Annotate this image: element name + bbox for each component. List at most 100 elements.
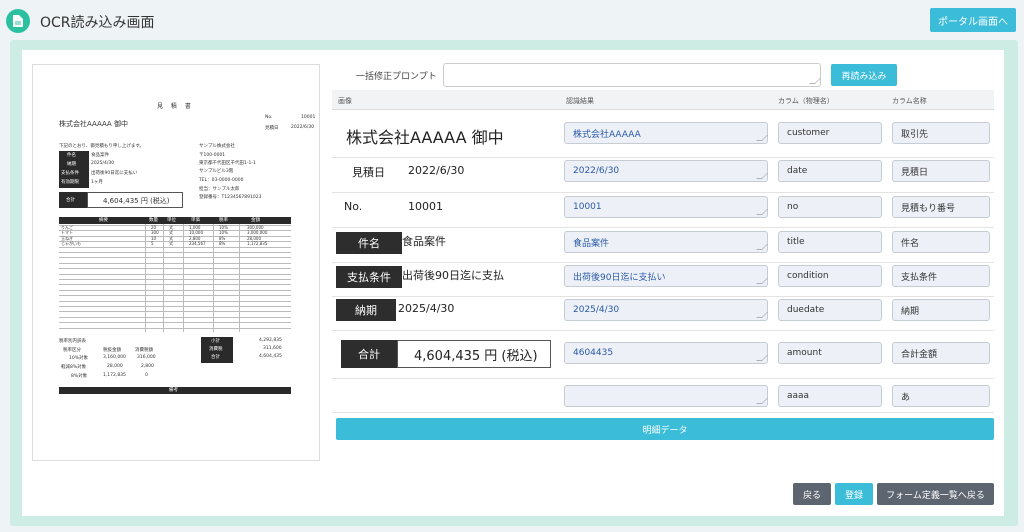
result-value: 4604435 — [573, 348, 614, 358]
resize-grip-icon[interactable] — [756, 209, 768, 215]
resize-grip-icon[interactable] — [756, 278, 768, 284]
doc-info-label: 支払条件 — [61, 171, 79, 176]
doc-tax-cell: 316,000 — [137, 355, 156, 360]
doc-grid-line — [59, 273, 291, 275]
doc-grid-line — [59, 322, 291, 323]
physical-value: aaaa — [787, 391, 810, 401]
doc-company: 担当：サンプル太郎 — [199, 187, 240, 192]
column-name-field[interactable]: 件名 — [892, 231, 990, 253]
column-name-field[interactable]: 支払条件 — [892, 265, 990, 287]
result-field[interactable]: 10001 — [564, 196, 768, 218]
column-name-value: 合計金額 — [901, 349, 938, 360]
physical-name-field[interactable]: condition — [778, 265, 882, 287]
doc-grid-line — [213, 224, 214, 332]
doc-info-label: 納期 — [67, 162, 76, 167]
resize-grip-icon[interactable] — [756, 398, 768, 404]
doc-tax-header: 税率区分 — [63, 348, 81, 353]
doc-item-cell: 1,172,835 — [247, 241, 268, 247]
result-field[interactable]: 2025/4/30 — [564, 299, 768, 321]
image-crop-text: 2025/4/30 — [398, 302, 455, 315]
doc-grid-line — [59, 311, 291, 312]
detail-data-button[interactable]: 明細データ — [336, 418, 994, 440]
doc-item-cell: 1,000 — [189, 225, 201, 230]
column-name-field[interactable]: 取引先 — [892, 122, 990, 144]
column-name-value: あ — [901, 392, 911, 403]
row-divider — [332, 296, 994, 297]
result-value: 2022/6/30 — [573, 166, 620, 176]
image-crop-text: 4,604,435 円 (税込) — [414, 349, 538, 364]
doc-company: TEL：03-0000-0000 — [199, 178, 244, 183]
image-crop-label: 見積日 — [352, 166, 385, 179]
doc-grid-line — [163, 224, 164, 332]
image-crop-label: No. — [344, 200, 363, 213]
physical-name-field[interactable]: aaaa — [778, 385, 882, 407]
resize-grip-icon[interactable] — [756, 173, 768, 179]
column-name-field[interactable]: 納期 — [892, 299, 990, 321]
result-field[interactable]: 2022/6/30 — [564, 160, 768, 182]
physical-value: customer — [787, 128, 830, 138]
doc-date-label: 見積日 — [265, 126, 279, 131]
doc-sum-value: 4,604,435 — [259, 354, 282, 359]
register-button[interactable]: 登録 — [835, 483, 873, 505]
form-list-button[interactable]: フォーム定義一覧へ戻る — [877, 483, 994, 505]
back-button[interactable]: 戻る — [793, 483, 831, 505]
doc-title: 見 積 書 — [157, 103, 194, 110]
physical-name-field[interactable]: date — [778, 160, 882, 182]
result-field[interactable]: 食品案件 — [564, 231, 768, 253]
doc-grid-line — [239, 224, 240, 332]
resize-grip-icon[interactable] — [756, 355, 768, 361]
doc-grid-line — [183, 224, 184, 332]
column-header-name: カラム名称 — [892, 97, 927, 105]
doc-info-value: 出荷後90日迄に支払い — [91, 171, 138, 176]
doc-customer: 株式会社AAAAA 御中 — [59, 120, 128, 128]
physical-name-field[interactable]: title — [778, 231, 882, 253]
doc-grid-line — [59, 262, 291, 264]
doc-remarks-label: 備考 — [169, 388, 178, 393]
result-field[interactable] — [564, 385, 768, 407]
doc-sum-value: 4,292,835 — [259, 338, 282, 343]
doc-item-cell: 8% — [219, 235, 226, 241]
result-field[interactable]: 株式会社AAAAA — [564, 122, 768, 144]
physical-value: no — [787, 202, 799, 212]
doc-grid-line — [59, 316, 291, 318]
result-value: 10001 — [573, 202, 602, 212]
column-name-field[interactable]: あ — [892, 385, 990, 407]
doc-info-value: 食品案件 — [91, 153, 109, 158]
doc-company: 〒100-0001 — [199, 153, 226, 158]
reread-button[interactable]: 再読み込み — [831, 64, 897, 86]
prompt-label: 一括修正プロンプト — [356, 72, 437, 82]
physical-name-field[interactable]: duedate — [778, 299, 882, 321]
column-name-field[interactable]: 合計金額 — [892, 342, 990, 364]
image-crop-text: 食品案件 — [402, 235, 446, 248]
column-name-value: 見積日 — [901, 167, 929, 178]
doc-sum-label: 合計 — [211, 355, 220, 360]
result-field[interactable]: 出荷後90日迄に支払い — [564, 265, 768, 287]
resize-grip-icon[interactable] — [756, 312, 768, 318]
doc-info-label: 有効期限 — [61, 180, 79, 185]
doc-item-header-cell: 金額 — [251, 218, 260, 223]
resize-grip-icon[interactable] — [809, 78, 821, 84]
doc-item-cell: 300,000 — [247, 225, 264, 230]
physical-name-field[interactable]: customer — [778, 122, 882, 144]
image-crop-label: 件名 — [336, 232, 402, 254]
doc-grid-line — [59, 257, 291, 258]
doc-tax-cell: 3,160,000 — [103, 355, 126, 360]
table-header: 画像 認識結果 カラム（物理名） カラム名称 — [332, 90, 994, 110]
column-name-field[interactable]: 見積もり番号 — [892, 196, 990, 218]
resize-grip-icon[interactable] — [756, 244, 768, 250]
doc-tax-cell: 8%対象 — [71, 374, 88, 379]
portal-button[interactable]: ポータル画面へ — [930, 8, 1016, 32]
physical-name-field[interactable]: amount — [778, 342, 882, 364]
doc-item-cell: 10,000 — [189, 230, 203, 236]
column-name-field[interactable]: 見積日 — [892, 160, 990, 182]
doc-item-header-cell: 数量 — [149, 218, 158, 223]
doc-tax-title: 税率別内訳表 — [59, 339, 86, 344]
physical-value: date — [787, 166, 808, 176]
doc-total-label: 合計 — [66, 198, 75, 203]
physical-value: duedate — [787, 305, 825, 315]
result-field[interactable]: 4604435 — [564, 342, 768, 364]
doc-grid-line — [59, 295, 291, 296]
physical-name-field[interactable]: no — [778, 196, 882, 218]
resize-grip-icon[interactable] — [756, 135, 768, 141]
prompt-textarea[interactable] — [443, 63, 821, 87]
